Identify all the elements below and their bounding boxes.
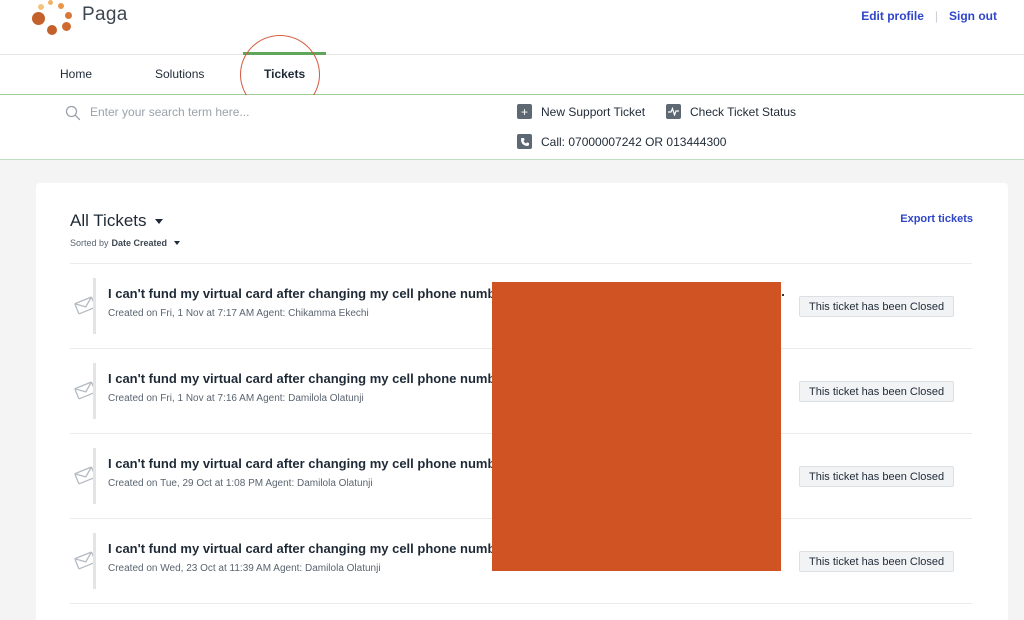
top-bar: Paga Edit profile | Sign out [0,0,1024,55]
ticket-meta: Created on Fri, 1 Nov at 7:16 AM Agent: … [108,393,364,404]
paga-logo[interactable] [30,0,76,38]
ticket-subject[interactable]: I can't fund my virtual card after chang… [108,371,508,386]
call-support[interactable]: Call: 07000007242 OR 013444300 [517,134,726,149]
caret-down-icon [174,241,181,245]
link-separator: | [934,9,938,23]
ticket-priority-bar [93,363,96,419]
plus-icon: + [517,104,532,119]
ticket-meta: Created on Fri, 1 Nov at 7:17 AM Agent: … [108,308,369,319]
nav-home[interactable]: Home [60,55,92,94]
ticket-priority-bar [93,278,96,334]
ticket-priority-bar [93,448,96,504]
call-number-label: Call: 07000007242 OR 013444300 [541,134,727,149]
ticket-meta: Created on Wed, 23 Oct at 11:39 AM Agent… [108,563,381,574]
search-input[interactable] [90,102,420,122]
brand-name: Paga [82,4,128,25]
ticket-subject[interactable]: I can't fund my virtual card after chang… [108,541,508,556]
edit-profile-link[interactable]: Edit profile [861,9,924,23]
help-toolbar: + New Support Ticket Check Ticket Status… [0,95,1024,160]
new-support-ticket-label: New Support Ticket [541,104,646,119]
ticket-filter-dropdown[interactable]: All Tickets [70,211,163,231]
list-divider [70,603,972,604]
ticket-subject[interactable]: I can't fund my virtual card after chang… [108,456,508,471]
nav-tickets[interactable]: Tickets [242,52,327,94]
pulse-icon [666,104,681,119]
ticket-status-badge: This ticket has been Closed [799,296,955,317]
new-support-ticket-button[interactable]: + New Support Ticket [517,104,645,119]
sorted-by-value: Date Created [111,238,168,248]
ticket-status-badge: This ticket has been Closed [799,551,955,572]
ticket-meta: Created on Tue, 29 Oct at 1:08 PM Agent:… [108,478,373,489]
export-tickets-link[interactable]: Export tickets [900,213,973,225]
check-ticket-status-label: Check Ticket Status [690,104,797,119]
main-nav: Home Solutions Tickets [0,52,1024,95]
ticket-priority-bar [93,533,96,589]
stray-dot [782,294,784,296]
search-icon [65,105,81,121]
caret-down-icon [154,218,163,224]
ticket-subject[interactable]: I can't fund my virtual card after chang… [108,286,508,301]
sort-dropdown[interactable]: Sorted by Date Created [70,238,181,248]
redaction-block [492,282,781,571]
sorted-by-label: Sorted by [70,238,109,248]
tickets-title: All Tickets [70,211,147,230]
sign-out-link[interactable]: Sign out [949,9,997,23]
phone-icon [517,134,532,149]
account-links: Edit profile | Sign out [861,9,997,23]
ticket-status-badge: This ticket has been Closed [799,466,955,487]
ticket-status-badge: This ticket has been Closed [799,381,955,402]
nav-solutions[interactable]: Solutions [155,55,204,94]
check-ticket-status-button[interactable]: Check Ticket Status [666,104,796,119]
